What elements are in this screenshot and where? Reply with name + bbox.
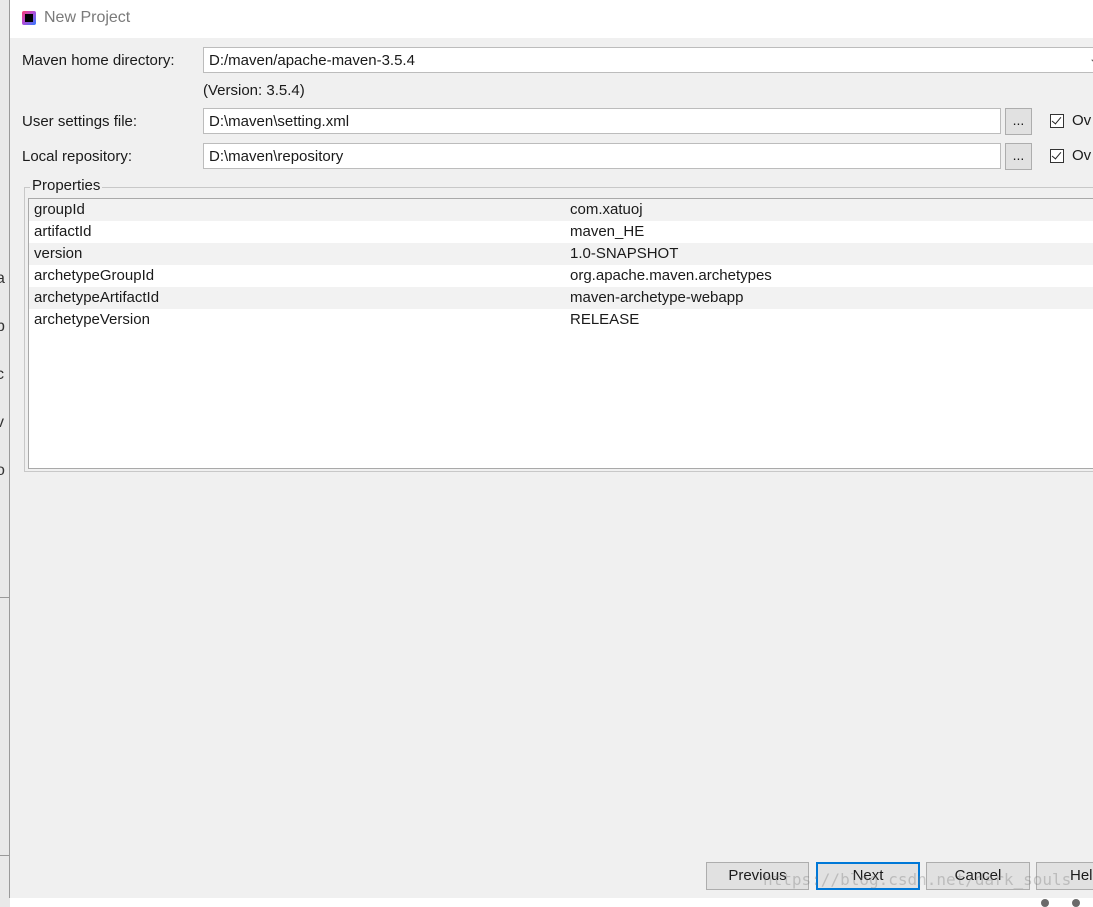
check-icon [1051,149,1062,160]
property-value[interactable]: RELEASE [570,311,639,328]
property-value[interactable]: maven_HE [570,223,644,240]
user-settings-value: D:\maven\setting.xml [209,113,350,130]
background-char: v [0,414,4,431]
tray-icon [1072,899,1080,907]
maven-home-value: D:/maven/apache-maven-3.5.4 [209,52,415,69]
background-char: a [0,270,5,287]
local-repository-override-checkbox[interactable] [1050,149,1064,163]
maven-version-note: (Version: 3.5.4) [203,82,305,99]
window-title: New Project [44,9,131,26]
property-value[interactable]: org.apache.maven.archetypes [570,267,772,284]
tray-icon [1041,899,1049,907]
table-row[interactable]: archetypeGroupId org.apache.maven.archet… [29,265,1093,287]
title-bar[interactable]: New Project [10,0,1093,38]
background-char: p [0,318,5,335]
local-repository-browse-button[interactable]: ... [1005,143,1032,170]
property-key: archetypeArtifactId [34,289,160,306]
property-key: version [34,245,83,262]
local-repository-override-label: Ov [1072,147,1092,164]
maven-home-combobox[interactable]: D:/maven/apache-maven-3.5.4 [203,47,1093,73]
new-project-dialog: New Project Maven home directory: D:/mav… [9,0,1093,898]
intellij-app-icon [22,11,36,25]
check-icon [1051,114,1062,125]
user-settings-browse-button[interactable]: ... [1005,108,1032,135]
cancel-button[interactable]: Cancel [926,862,1030,890]
table-row[interactable]: archetypeVersion RELEASE [29,309,1093,331]
property-key: archetypeVersion [34,311,150,328]
property-value[interactable]: maven-archetype-webapp [570,289,743,306]
maven-home-label: Maven home directory: [22,52,175,69]
table-row[interactable]: artifactId maven_HE [29,221,1093,243]
background-char: c [0,366,4,383]
property-value[interactable]: 1.0-SNAPSHOT [570,245,678,262]
properties-legend: Properties [30,177,103,194]
user-settings-override-label: Ov [1072,112,1092,129]
table-row[interactable]: groupId com.xatuoj [29,199,1093,221]
property-value[interactable]: com.xatuoj [570,201,643,218]
table-row[interactable]: archetypeArtifactId maven-archetype-weba… [29,287,1093,309]
table-row[interactable]: version 1.0-SNAPSHOT [29,243,1093,265]
background-char: o [0,462,5,479]
previous-button[interactable]: Previous [706,862,809,890]
property-key: groupId [34,201,85,218]
help-button[interactable]: Hel [1036,862,1093,890]
local-repository-label: Local repository: [22,148,133,165]
user-settings-label: User settings file: [22,113,138,130]
properties-table[interactable]: groupId com.xatuoj artifactId maven_HE v… [28,198,1093,469]
user-settings-field[interactable]: D:\maven\setting.xml [203,108,1001,134]
next-button[interactable]: Next [816,862,920,890]
property-key: artifactId [34,223,92,240]
local-repository-value: D:\maven\repository [209,148,344,165]
property-key: archetypeGroupId [34,267,155,284]
user-settings-override-checkbox[interactable] [1050,114,1064,128]
local-repository-field[interactable]: D:\maven\repository [203,143,1001,169]
